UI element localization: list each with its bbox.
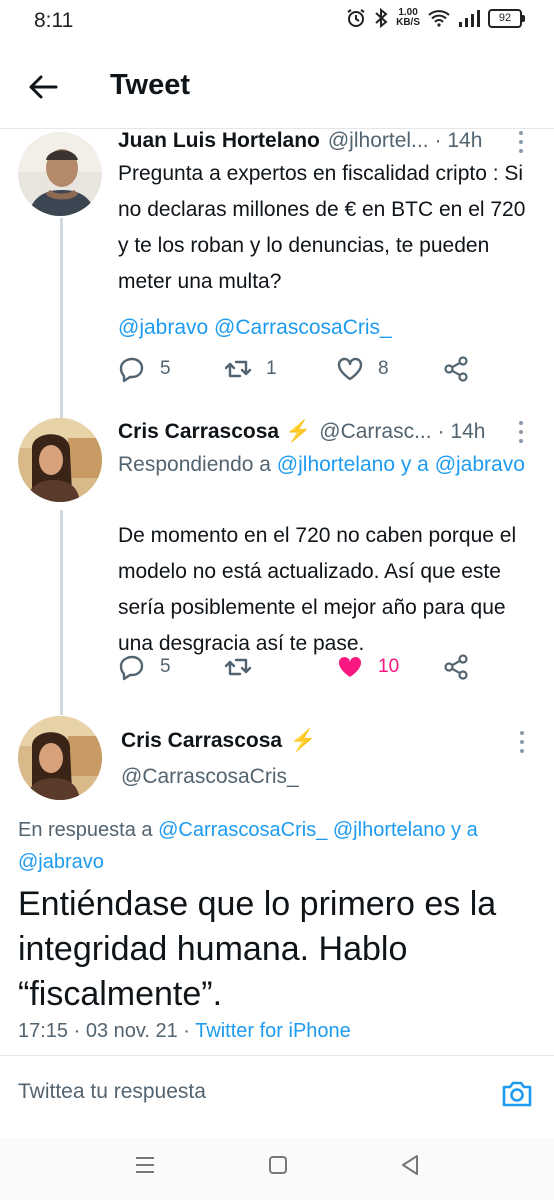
share-icon xyxy=(444,654,468,680)
app-header: Tweet xyxy=(0,48,554,126)
author-name[interactable]: Cris Carrascosa xyxy=(118,420,279,444)
retweet-count: 1 xyxy=(266,358,277,379)
reply-button[interactable]: 5 xyxy=(118,653,171,681)
reply-input[interactable]: Twittea tu respuesta xyxy=(18,1080,206,1104)
reply-count: 5 xyxy=(160,358,171,379)
retweet-button[interactable]: 1 xyxy=(224,355,277,383)
avatar-image xyxy=(18,418,102,502)
tweet-1-header: Juan Luis Hortelano @jlhortel... · 14h xyxy=(118,129,482,153)
tweet-source[interactable]: Twitter for iPhone xyxy=(195,1020,351,1042)
reply-count: 5 xyxy=(160,656,171,677)
tweet-2-actions: 5 10 xyxy=(118,653,478,683)
retweet-icon xyxy=(224,360,252,378)
author-handle[interactable]: @jlhortel... xyxy=(328,129,429,153)
reply-button[interactable]: 5 xyxy=(118,355,171,383)
battery-icon: 92 xyxy=(488,8,525,28)
divider xyxy=(0,1055,554,1056)
lightning-icon: ⚡ xyxy=(285,420,312,443)
tweet-meta: 17:15 · 03 nov. 21 · Twitter for iPhone xyxy=(18,1020,351,1043)
signal-icon xyxy=(459,10,480,27)
replying-users[interactable]: @jlhortelano y a @jabravo xyxy=(277,453,525,476)
tweet-1-text: Pregunta a expertos en fiscalidad cripto… xyxy=(118,162,526,293)
avatar-image xyxy=(18,132,102,216)
share-button[interactable] xyxy=(442,355,470,383)
avatar-image xyxy=(18,716,102,800)
author-name[interactable]: Juan Luis Hortelano xyxy=(118,129,320,153)
avatar-juan-luis[interactable] xyxy=(18,132,102,216)
author-name: Cris Carrascosa xyxy=(121,729,283,752)
share-button[interactable] xyxy=(442,653,470,681)
avatar-cris-main[interactable] xyxy=(18,716,102,800)
system-nav-bar xyxy=(0,1138,554,1200)
main-author[interactable]: Cris Carrascosa ⚡ xyxy=(121,729,316,753)
more-icon[interactable] xyxy=(517,731,527,757)
like-button[interactable]: 8 xyxy=(336,355,389,383)
replying-to: Respondiendo a @jlhortelano y a @jabravo xyxy=(118,447,528,483)
tweet-datetime: 17:15 · 03 nov. 21 · xyxy=(18,1020,196,1042)
thread-line xyxy=(60,510,63,715)
tweet-1-actions: 5 1 8 xyxy=(118,355,478,385)
in-reply-to: En respuesta a @CarrascosaCris_ @jlhorte… xyxy=(18,814,538,878)
author-handle[interactable]: @CarrascosaCris_ xyxy=(121,765,299,789)
like-count: 8 xyxy=(378,358,389,379)
tweet-2-text: De momento en el 720 no caben porque el … xyxy=(118,524,517,655)
back-arrow-icon[interactable] xyxy=(26,70,60,104)
status-time: 8:11 xyxy=(34,9,74,32)
like-icon xyxy=(338,656,362,677)
main-tweet-text: Entiéndase que lo primero es la integrid… xyxy=(18,885,497,1013)
status-bar: 8:11 1.00 KB/S 92 xyxy=(0,0,554,44)
retweet-icon xyxy=(224,658,252,676)
replying-prefix: Respondiendo a xyxy=(118,453,277,476)
avatar-cris[interactable] xyxy=(18,418,102,502)
page-title: Tweet xyxy=(110,69,191,101)
tweet-time[interactable]: · 14h xyxy=(435,129,483,153)
tweet-2-header: Cris Carrascosa ⚡ @Carrasc... · 14h xyxy=(118,420,485,444)
wifi-icon xyxy=(428,10,450,27)
reply-icon xyxy=(119,357,144,383)
more-icon[interactable] xyxy=(516,421,526,447)
speed-unit: KB/S xyxy=(396,17,420,28)
like-count: 10 xyxy=(378,656,400,677)
tweet-1-mentions[interactable]: @jabravo @CarrascosaCris_ xyxy=(118,310,392,346)
retweet-button[interactable] xyxy=(224,653,266,681)
like-icon xyxy=(337,357,363,381)
tweet-time[interactable]: · 14h xyxy=(438,420,486,444)
home-icon[interactable] xyxy=(265,1152,291,1178)
like-button[interactable]: 10 xyxy=(336,653,399,681)
alarm-icon xyxy=(347,9,365,27)
status-icons: 1.00 KB/S 92 xyxy=(346,8,525,28)
bluetooth-icon xyxy=(375,8,388,28)
thread-line xyxy=(60,218,63,418)
camera-icon[interactable] xyxy=(500,1077,534,1111)
menu-icon[interactable] xyxy=(132,1152,158,1178)
author-handle[interactable]: @Carrasc... xyxy=(319,420,431,444)
reply-prefix: En respuesta a xyxy=(18,819,159,841)
more-icon[interactable] xyxy=(516,131,526,157)
back-icon[interactable] xyxy=(397,1152,423,1178)
share-icon xyxy=(444,356,468,382)
reply-icon xyxy=(119,655,144,681)
network-speed: 1.00 KB/S xyxy=(396,8,420,28)
lightning-icon: ⚡ xyxy=(290,729,317,752)
